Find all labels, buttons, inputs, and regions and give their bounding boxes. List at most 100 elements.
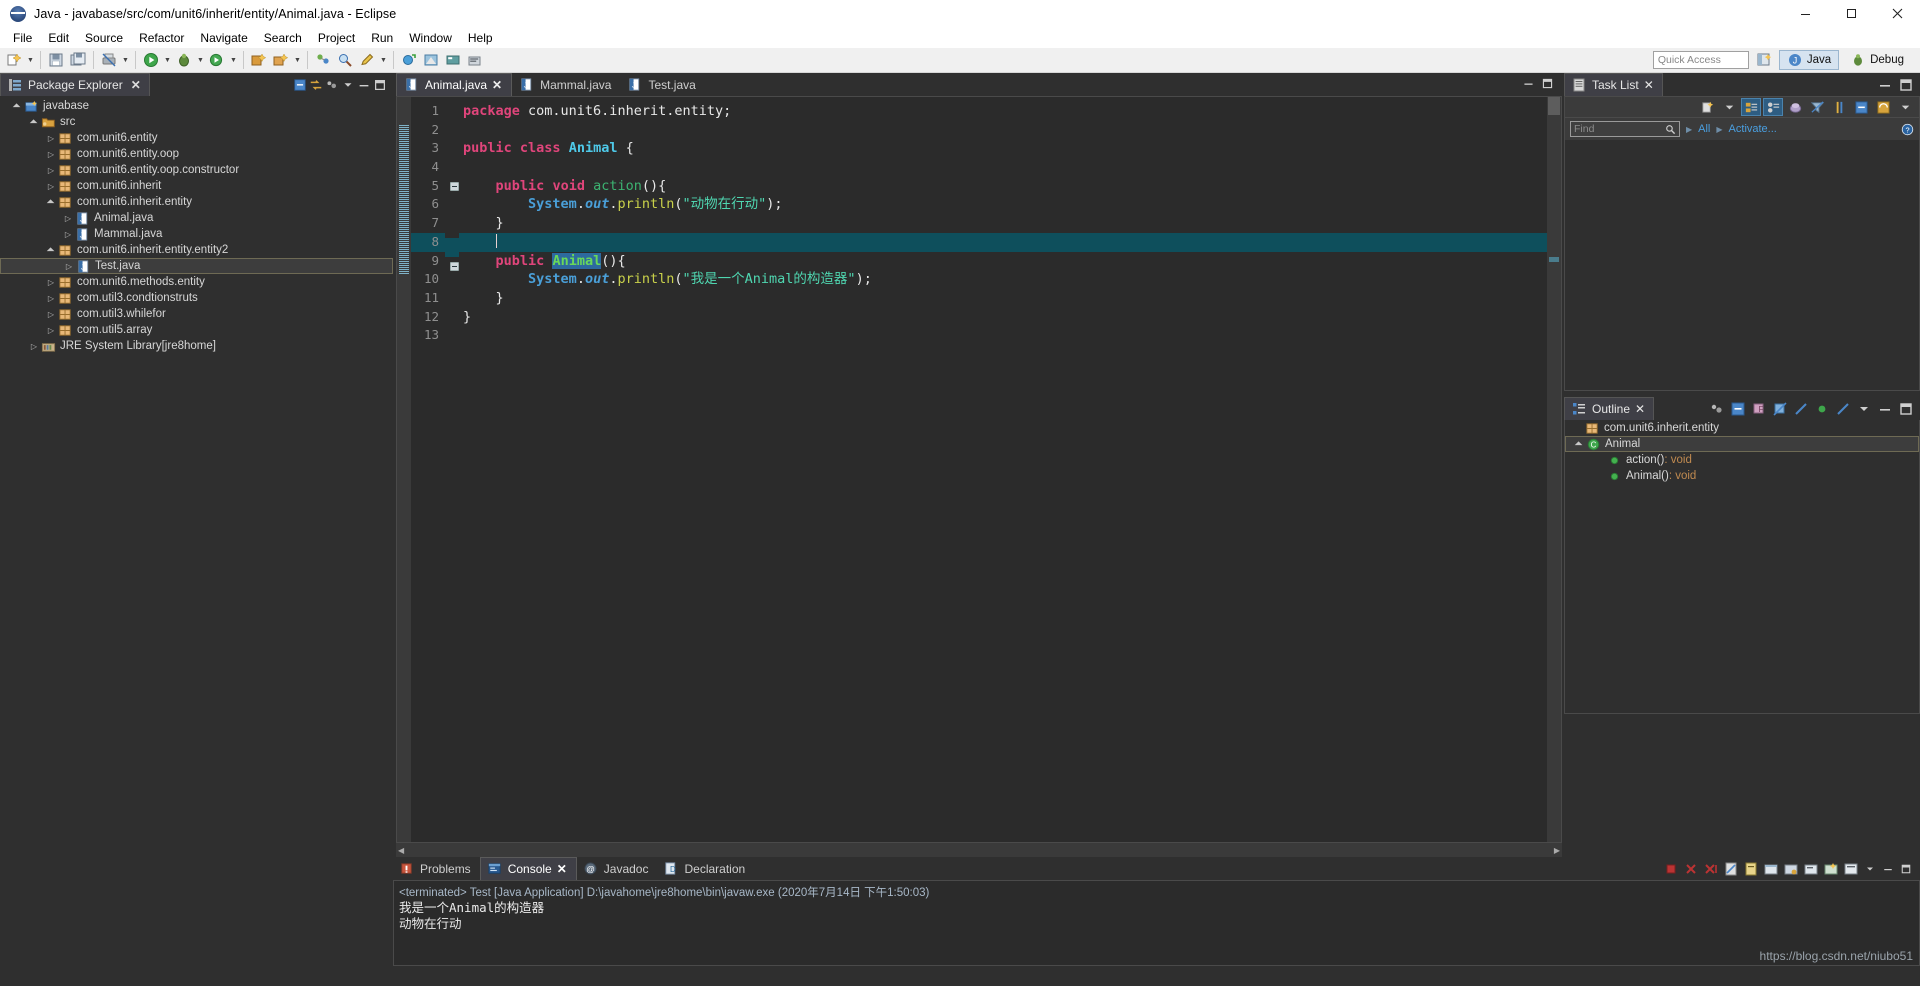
menu-file[interactable]: File [5,29,40,47]
run-last-icon[interactable] [140,50,162,71]
tab-package-explorer[interactable]: Package Explorer ✕ [0,73,150,96]
display-selected-console-icon[interactable] [1801,860,1820,878]
maximize-task-list-icon[interactable] [1898,77,1914,93]
minimize-button[interactable] [1782,0,1828,27]
editor-marker-column[interactable] [397,97,411,842]
code-line[interactable]: } [459,289,1547,308]
fold-cell[interactable] [445,219,459,238]
package-explorer-tree[interactable]: ◤ javabase ◤ src ▷ com.unit6.entity ▷ com.unit6… [0,96,393,857]
collapse-fold-icon[interactable] [449,181,459,191]
save-all-icon[interactable] [67,50,89,71]
code-line[interactable] [459,232,1547,252]
link-with-editor-icon[interactable] [309,78,323,92]
console-view-menu-icon[interactable] [1861,860,1878,878]
tree-twisty-icon[interactable]: ◤ [44,246,58,255]
new-type-dropdown-icon[interactable]: ▼ [292,50,303,71]
outline-row[interactable]: action() : void [1565,452,1919,468]
task-find-input[interactable]: Find [1570,121,1680,137]
fold-cell[interactable] [445,318,459,337]
tree-twisty-icon[interactable]: ▷ [44,166,58,175]
editor-tab-mammal-java[interactable]: J Mammal.java [512,73,621,96]
overview-ruler[interactable] [1547,97,1561,842]
fold-cell[interactable] [445,280,459,299]
synchronize-tasks-icon[interactable] [1873,98,1893,116]
console-tab-declaration[interactable]: D Declaration [657,857,754,880]
close-button[interactable] [1874,0,1920,27]
debug-icon[interactable] [173,50,195,71]
collapse-fold-icon[interactable] [449,261,459,271]
minimize-console-icon[interactable] [1879,860,1896,878]
outline-tree[interactable]: com.unit6.inherit.entity ◤ C Animal action()… [1564,420,1920,714]
code-line[interactable]: public Animal(){ [459,252,1547,271]
outline-row[interactable]: Animal() : void [1565,468,1919,484]
maximize-console-icon[interactable] [1897,860,1914,878]
maximize-button[interactable] [1828,0,1874,27]
tree-row[interactable]: ▷ com.unit6.entity.oop.constructor [0,162,393,178]
task-activate-link[interactable]: Activate... [1729,123,1777,135]
categorized-presentation-icon[interactable] [1741,98,1761,116]
code-line[interactable] [459,121,1547,140]
open-perspective-icon[interactable] [1753,50,1775,71]
console-tab-console[interactable]: Console ✕ [479,857,577,880]
tree-row[interactable]: ◤ com.unit6.inherit.entity.entity2 [0,242,393,258]
code-line[interactable]: } [459,214,1547,233]
console-output[interactable]: <terminated> Test [Java Application] D:\… [393,880,1920,966]
outline-menu-chevron-icon[interactable] [1856,401,1872,417]
collapse-all-tasks-icon[interactable] [1851,98,1871,116]
fold-cell[interactable] [445,139,459,158]
menu-edit[interactable]: Edit [40,29,77,47]
search-icon[interactable] [334,50,356,71]
hide-fields-icon[interactable]: F [1751,401,1767,417]
scroll-lock-icon[interactable] [1741,860,1760,878]
scroll-thumb[interactable] [1548,97,1560,115]
tree-row[interactable]: ▷ JRE System Library [jre8home] [0,338,393,354]
menu-source[interactable]: Source [77,29,131,47]
collapse-all-outline-icon[interactable] [1730,401,1746,417]
new-wizard-icon[interactable] [3,50,25,71]
menu-window[interactable]: Window [401,29,460,47]
tree-row[interactable]: ▷ com.util5.array [0,322,393,338]
tree-twisty-icon[interactable]: ▷ [44,294,58,303]
code-line[interactable] [459,326,1547,345]
code-line[interactable]: System.out.println("我是一个Animal的构造器"); [459,270,1547,289]
fold-cell[interactable] [445,200,459,219]
fold-cell[interactable] [445,121,459,140]
code-editor[interactable]: 1 2 3 4 5 6 7 8 9 10 11 12 13 package com.unit6.inhe… [396,96,1562,843]
minimize-editor-icon[interactable] [1522,77,1535,93]
tree-twisty-icon[interactable]: ◤ [27,118,41,127]
outline-close-icon[interactable]: ✕ [1635,402,1645,416]
tree-row[interactable]: ▷ com.unit6.entity [0,130,393,146]
outline-row-selected[interactable]: ◤ C Animal [1565,436,1919,452]
menu-run[interactable]: Run [363,29,401,47]
tree-twisty-icon[interactable]: ▷ [44,150,58,159]
terminate-icon[interactable] [1661,860,1680,878]
perspective-debug[interactable]: Debug [1843,50,1911,70]
outline-row[interactable]: com.unit6.inherit.entity [1565,420,1919,436]
remove-all-launches-icon[interactable] [1701,860,1720,878]
menu-help[interactable]: Help [460,29,501,47]
tree-row[interactable]: ◤ src [0,114,393,130]
hide-static-icon[interactable] [1772,401,1788,417]
scheduled-presentation-icon[interactable] [1763,98,1783,116]
sort-icon[interactable] [1814,401,1830,417]
tree-twisty-icon[interactable]: ▷ [61,230,75,239]
new-package-icon[interactable] [270,50,292,71]
tree-row-selected[interactable]: ▷ J Test.java [0,258,393,274]
task-list-content[interactable] [1564,140,1920,391]
run-dropdown-icon[interactable]: ▼ [162,50,173,71]
code-folding-column[interactable] [445,97,459,842]
tree-twisty-icon[interactable]: ▷ [62,262,76,271]
new-task-dropdown-icon[interactable] [1719,98,1739,116]
tree-row[interactable]: ▷ J Animal.java [0,210,393,226]
open-console-icon[interactable] [1821,860,1840,878]
show-console-icon[interactable] [1761,860,1780,878]
toggle-breadcrumb-icon[interactable] [442,50,464,71]
mark-occurrences-icon[interactable] [420,50,442,71]
next-annotation-icon[interactable] [398,50,420,71]
code-line[interactable]: package com.unit6.inherit.entity; [459,102,1547,121]
console-tab-javadoc[interactable]: @ Javadoc [577,857,658,880]
minimize-outline-icon[interactable] [1877,401,1893,417]
tree-twisty-icon[interactable]: ▷ [44,310,58,319]
remove-launch-icon[interactable] [1681,860,1700,878]
maximize-outline-icon[interactable] [1898,401,1914,417]
